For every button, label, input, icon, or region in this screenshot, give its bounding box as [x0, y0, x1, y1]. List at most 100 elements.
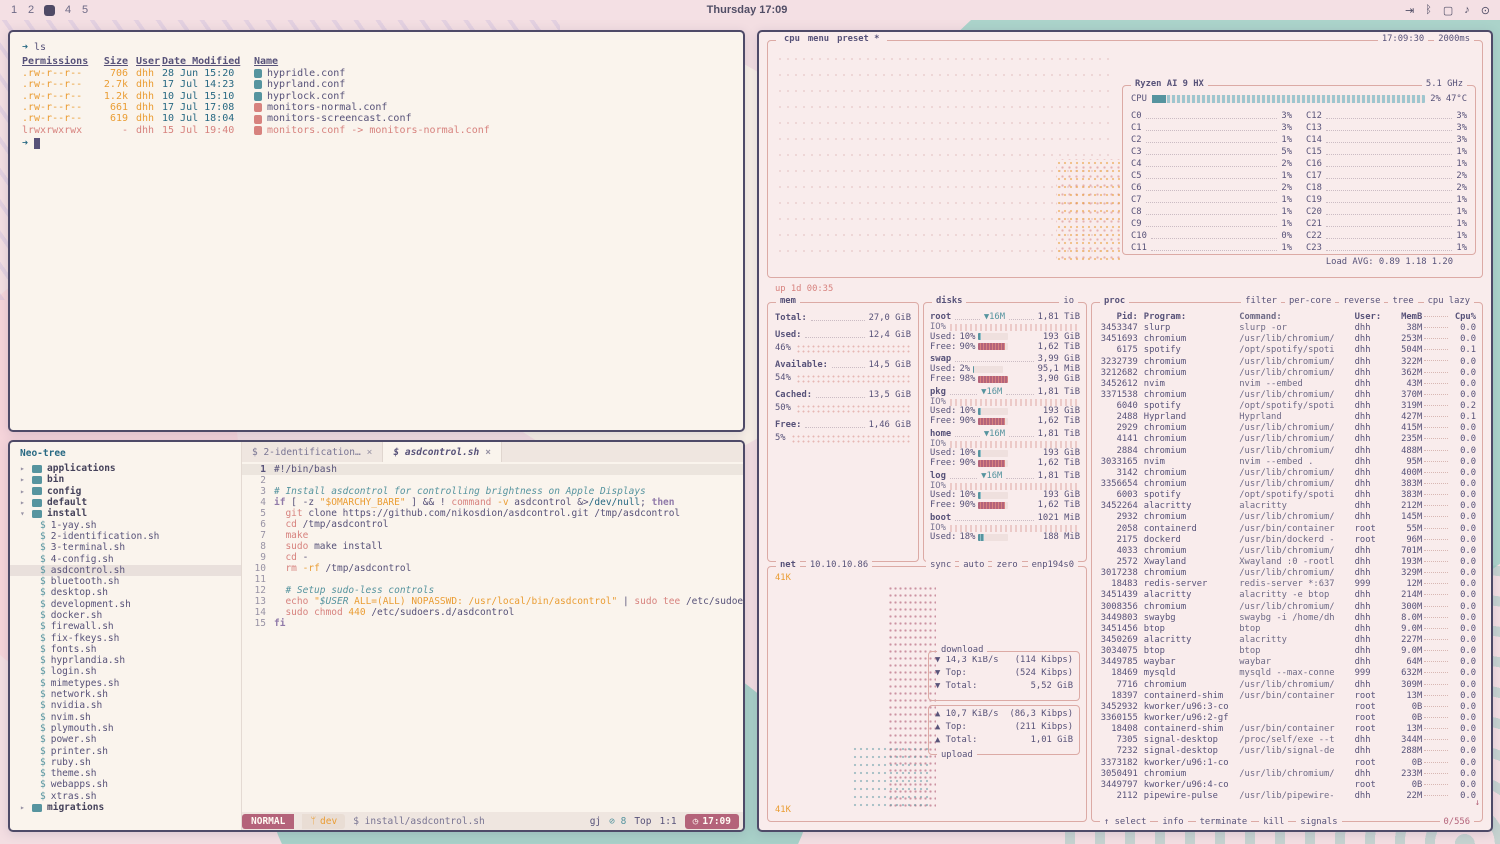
process-row[interactable]: 3008356chromium/usr/lib/chromium/dhh300M… [1098, 602, 1476, 613]
tree-item-plymouth.sh[interactable]: $plymouth.sh [10, 723, 241, 734]
process-row[interactable]: 3142chromium/usr/lib/chromium/dhh400M0.0 [1098, 468, 1476, 479]
proc-sort[interactable]: cpu lazy [1424, 296, 1474, 307]
tree-item-ruby.sh[interactable]: $ruby.sh [10, 757, 241, 768]
tree-item-fonts.sh[interactable]: $fonts.sh [10, 644, 241, 655]
screencast-icon[interactable]: ▢ [1443, 4, 1453, 17]
process-row[interactable]: 3360155kworker/u96:2-gfroot0B0.0 [1098, 713, 1476, 724]
volume-icon[interactable]: ♪ [1464, 4, 1470, 17]
process-row[interactable]: 3356654chromium/usr/lib/chromium/dhh383M… [1098, 479, 1476, 490]
process-row[interactable]: 3452932kworker/u96:3-coroot0B0.0 [1098, 702, 1476, 713]
tree-item-default[interactable]: ▸default [10, 497, 241, 508]
proc-action-kill[interactable]: kill [1259, 817, 1288, 828]
tree-item-1-yay.sh[interactable]: $1-yay.sh [10, 519, 241, 530]
neovim-window[interactable]: Neo-tree ▸applications▸bin▸config▸defaul… [8, 440, 745, 832]
btop-tab-menu[interactable]: menu [804, 34, 833, 44]
proc-option-reverse[interactable]: reverse [1339, 296, 1384, 307]
process-row[interactable]: 2112pipewire-pulse/usr/lib/pipewire-dhh2… [1098, 791, 1476, 802]
proc-action-terminate[interactable]: terminate [1196, 817, 1252, 828]
tree-item-docker.sh[interactable]: $docker.sh [10, 610, 241, 621]
process-row[interactable]: 6175spotify/opt/spotify/spotidhh504M0.1 [1098, 345, 1476, 356]
process-row[interactable]: 4033chromium/usr/lib/chromium/dhh701M0.0 [1098, 546, 1476, 557]
process-row[interactable]: 6040spotify/opt/spotify/spotidhh319M0.2 [1098, 401, 1476, 412]
tree-item-applications[interactable]: ▸applications [10, 463, 241, 474]
net-button-auto[interactable]: auto [959, 560, 988, 571]
process-row[interactable]: 3373182kworker/u96:1-coroot0B0.0 [1098, 757, 1476, 768]
proc-action-info[interactable]: info [1158, 817, 1187, 828]
tree-item-nvim.sh[interactable]: $nvim.sh [10, 712, 241, 723]
process-row[interactable]: 3452264alacrittyalacrittydhh212M0.0 [1098, 501, 1476, 512]
net-box-label[interactable]: net [776, 560, 800, 571]
workspace-4[interactable]: 4 [64, 4, 72, 16]
workspace-2[interactable]: 2 [27, 4, 35, 16]
workspace-5[interactable]: 5 [81, 4, 89, 16]
process-row[interactable]: 3449803swaybgswaybg -i /home/dhdhh8.0M0.… [1098, 613, 1476, 624]
process-row[interactable]: 6003spotify/opt/spotify/spotidhh383M0.0 [1098, 490, 1476, 501]
process-row[interactable]: 3232739chromium/usr/lib/chromium/dhh322M… [1098, 356, 1476, 367]
tree-item-hyprlandia.sh[interactable]: $hyprlandia.sh [10, 655, 241, 666]
tree-item-fix-fkeys.sh[interactable]: $fix-fkeys.sh [10, 632, 241, 643]
tree-item-config[interactable]: ▸config [10, 486, 241, 497]
tree-item-xtras.sh[interactable]: $xtras.sh [10, 791, 241, 802]
process-row[interactable]: 3450269alacrittyalacrittydhh227M0.0 [1098, 635, 1476, 646]
btop-tab-cpu[interactable]: cpu [780, 34, 804, 44]
tree-item-bluetooth.sh[interactable]: $bluetooth.sh [10, 576, 241, 587]
process-row[interactable]: 2175dockerd/usr/bin/dockerd -root96M0.0 [1098, 535, 1476, 546]
tree-item-4-config.sh[interactable]: $4-config.sh [10, 553, 241, 564]
process-row[interactable]: 3451439alacrittyalacritty -e btopdhh214M… [1098, 590, 1476, 601]
process-row[interactable]: 2932chromium/usr/lib/chromium/dhh145M0.0 [1098, 512, 1476, 523]
process-row[interactable]: 2058containerd/usr/bin/containerroot55M0… [1098, 524, 1476, 535]
process-row[interactable]: 3453347slurpslurp -ordhh38M0.0 [1098, 323, 1476, 334]
logout-icon[interactable]: ⇥ [1405, 4, 1414, 17]
net-button-zero[interactable]: zero [992, 560, 1021, 571]
process-row[interactable]: 2929chromium/usr/lib/chromium/dhh415M0.0 [1098, 423, 1476, 434]
tree-item-3-terminal.sh[interactable]: $3-terminal.sh [10, 542, 241, 553]
terminal-cursor[interactable] [34, 138, 40, 149]
net-button-sync[interactable]: sync [926, 560, 955, 571]
process-row[interactable]: 2884chromium/usr/lib/chromium/dhh488M0.0 [1098, 446, 1476, 457]
process-row[interactable]: 3451693chromium/usr/lib/chromium/dhh253M… [1098, 334, 1476, 345]
process-row[interactable]: 3034075btopbtopdhh9.0M0.0 [1098, 646, 1476, 657]
tree-item-printer.sh[interactable]: $printer.sh [10, 745, 241, 756]
scroll-down-icon[interactable]: ↓ [1475, 798, 1480, 809]
close-icon[interactable]: × [367, 447, 373, 458]
tree-item-install[interactable]: ▾install [10, 508, 241, 519]
tree-item-desktop.sh[interactable]: $desktop.sh [10, 587, 241, 598]
disks-box-label[interactable]: disks [932, 296, 966, 307]
process-row[interactable]: 3449785waybarwaybardhh64M0.0 [1098, 657, 1476, 668]
disks-io-toggle[interactable]: io [1059, 296, 1078, 307]
tree-item-bin[interactable]: ▸bin [10, 474, 241, 485]
process-row[interactable]: 3050491chromium/usr/lib/chromium/dhh233M… [1098, 769, 1476, 780]
proc-option-tree[interactable]: tree [1388, 296, 1417, 307]
process-row[interactable]: 18397containerd-shim/usr/bin/containerro… [1098, 691, 1476, 702]
power-icon[interactable]: ⊙ [1481, 4, 1490, 17]
proc-action-signals[interactable]: signals [1296, 817, 1341, 828]
editor-tab[interactable]: $ 2-identification…× [242, 442, 383, 462]
process-row[interactable]: 18469mysqldmysqld --max-conne999632M0.0 [1098, 668, 1476, 679]
btop-window[interactable]: cpumenupreset * 17:09:30 2000ms Ryzen AI… [757, 30, 1493, 832]
process-row[interactable]: 2488HyprlandHyprlanddhh427M0.1 [1098, 412, 1476, 423]
code-area[interactable]: 1#!/bin/bash23# Install asdcontrol for c… [242, 462, 743, 812]
tree-item-firewall.sh[interactable]: $firewall.sh [10, 621, 241, 632]
proc-action-select[interactable]: ↑ select [1100, 817, 1150, 828]
process-row[interactable]: 7716chromium/usr/lib/chromium/dhh309M0.0 [1098, 680, 1476, 691]
net-interface[interactable]: enp194s0 [1028, 560, 1078, 571]
process-row[interactable]: 3451456btopbtopdhh9.0M0.0 [1098, 624, 1476, 635]
process-row[interactable]: 3033165nvimnvim --embed .dhh95M0.0 [1098, 457, 1476, 468]
tree-item-webapps.sh[interactable]: $webapps.sh [10, 779, 241, 790]
proc-option-per-core[interactable]: per-core [1285, 296, 1335, 307]
btop-interval[interactable]: 2000ms [1434, 34, 1474, 45]
tree-item-nvidia.sh[interactable]: $nvidia.sh [10, 700, 241, 711]
process-row[interactable]: 3449797kworker/u96:4-coroot0B0.0 [1098, 780, 1476, 791]
process-row[interactable]: 7305signal-desktop/proc/self/exe --tdhh3… [1098, 735, 1476, 746]
tree-item-development.sh[interactable]: $development.sh [10, 599, 241, 610]
process-row[interactable]: 3371538chromium/usr/lib/chromium/dhh370M… [1098, 390, 1476, 401]
tree-item-login.sh[interactable]: $login.sh [10, 666, 241, 677]
terminal-window[interactable]: ➜ ls PermissionsSizeUserDate ModifiedNam… [8, 30, 745, 432]
btop-tab-preset[interactable]: preset * [833, 34, 883, 44]
process-row[interactable]: 3017238chromium/usr/lib/chromium/dhh329M… [1098, 568, 1476, 579]
proc-box-label[interactable]: proc [1100, 296, 1129, 307]
process-row[interactable]: 7232signal-desktop/usr/lib/signal-dedhh2… [1098, 746, 1476, 757]
process-row[interactable]: 3452612nvimnvim --embeddhh43M0.0 [1098, 379, 1476, 390]
mem-box-label[interactable]: mem [776, 296, 800, 307]
process-row[interactable]: 2572XwaylandXwayland :0 -rootldhh193M0.0 [1098, 557, 1476, 568]
